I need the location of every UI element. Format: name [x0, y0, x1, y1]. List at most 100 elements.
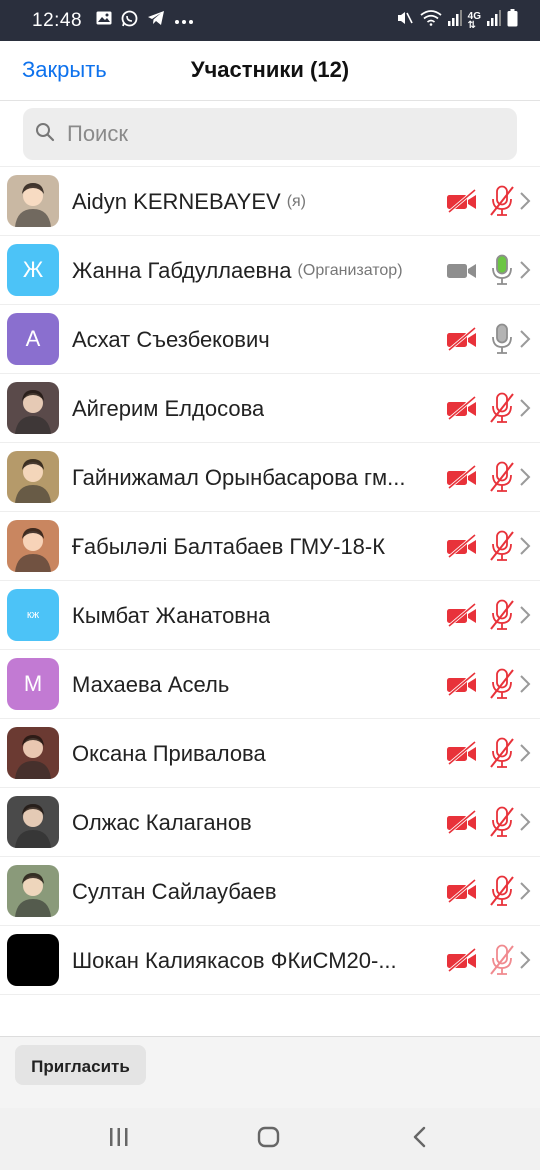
video-off-icon: [446, 671, 478, 701]
avatar-photo: [7, 727, 59, 779]
participant-name-wrap: Шокан Калиякасов ФКиСМ20-...: [72, 926, 397, 995]
chevron-right-icon[interactable]: [519, 329, 531, 354]
microphone-muted-icon: [489, 530, 515, 567]
participant-name-wrap: Гайнижамал Орынбасарова гм...: [72, 443, 406, 512]
video-off-icon: [446, 878, 478, 908]
participant-role: (Организатор): [297, 261, 403, 279]
participant-row[interactable]: Олжас Калаганов: [0, 788, 540, 857]
page-title: Участники (12): [190, 57, 350, 82]
participant-row[interactable]: А Асхат Съезбекович: [0, 305, 540, 374]
participant-row[interactable]: кж Кымбат Жанатовна: [0, 581, 540, 650]
participant-name-wrap: Ғабыләлі Балтабаев ГМУ-18-К: [72, 512, 385, 581]
person-silhouette-icon: [15, 390, 51, 434]
status-right-icons: 4G ⇅: [396, 9, 518, 32]
microphone-icon: [489, 323, 515, 360]
chevron-right-icon[interactable]: [519, 881, 531, 906]
participant-row[interactable]: Оксана Привалова: [0, 719, 540, 788]
chevron-right-icon[interactable]: [519, 536, 531, 561]
whatsapp-icon: [121, 10, 138, 32]
microphone-muted-icon: [489, 392, 515, 429]
chevron-right-icon[interactable]: [519, 950, 531, 975]
chevron-right-icon[interactable]: [519, 260, 531, 285]
signal-icon: [447, 10, 462, 31]
participant-name: Шокан Калиякасов ФКиСМ20-...: [72, 947, 397, 973]
participant-name: Султан Сайлаубаев: [72, 878, 277, 904]
microphone-muted-icon: [489, 875, 515, 912]
participant-row[interactable]: Aidyn KERNEBAYEV (я): [0, 167, 540, 236]
chevron-right-icon[interactable]: [519, 398, 531, 423]
avatar-photo: [7, 382, 59, 434]
participant-row[interactable]: Ғабыләлі Балтабаев ГМУ-18-К: [0, 512, 540, 581]
video-off-icon: [446, 188, 478, 218]
wifi-icon: [420, 10, 442, 31]
person-silhouette-icon: [15, 459, 51, 503]
microphone-muted-icon: [489, 806, 515, 843]
video-off-icon: [446, 602, 478, 632]
avatar-initial: кж: [7, 589, 59, 641]
chevron-right-icon[interactable]: [519, 674, 531, 699]
participant-name-wrap: Асхат Съезбекович: [72, 305, 270, 374]
chevron-right-icon[interactable]: [519, 743, 531, 768]
gallery-icon: [96, 11, 112, 30]
status-bar: 12:48 4G ⇅: [0, 0, 540, 41]
participant-name: Махаева Асель: [72, 671, 230, 697]
chevron-right-icon[interactable]: [519, 812, 531, 837]
participant-name-wrap: Aidyn KERNEBAYEV (я): [72, 167, 306, 236]
participant-row[interactable]: Шокан Калиякасов ФКиСМ20-...: [0, 926, 540, 995]
chevron-right-icon[interactable]: [519, 605, 531, 630]
battery-icon: [507, 9, 518, 32]
search-bar: [0, 101, 540, 167]
participant-name: Гайнижамал Орынбасарова гм...: [72, 464, 406, 490]
person-silhouette-icon: [15, 735, 51, 779]
participant-name-wrap: Айгерим Елдосова: [72, 374, 264, 443]
signal2-icon: [487, 10, 501, 31]
microphone-muted-icon: [489, 185, 515, 222]
participant-name: Ғабыләлі Балтабаев ГМУ-18-К: [72, 533, 386, 559]
participant-row[interactable]: Айгерим Елдосова: [0, 374, 540, 443]
bottom-toolbar: Пригласить: [0, 1036, 540, 1108]
participant-name: Олжас Калаганов: [72, 809, 252, 835]
participant-name: Кымбат Жанатовна: [72, 602, 271, 628]
avatar-photo: [7, 865, 59, 917]
avatar-photo: [7, 175, 59, 227]
participant-name: Aidyn KERNEBAYEV: [72, 188, 281, 214]
more-dots-icon: [174, 12, 194, 30]
chevron-right-icon[interactable]: [519, 191, 531, 216]
participant-name: Оксана Привалова: [72, 740, 266, 766]
participant-name-wrap: Оксана Привалова: [72, 719, 266, 788]
person-silhouette-icon: [15, 528, 51, 572]
microphone-muted-icon: [489, 737, 515, 774]
video-off-icon: [446, 395, 478, 425]
participant-name: Айгерим Елдосова: [72, 395, 265, 421]
participant-name: Жанна Габдуллаевна: [72, 257, 292, 283]
avatar-initial: А: [7, 313, 59, 365]
invite-button[interactable]: Пригласить: [15, 1045, 146, 1085]
avatar-photo: [7, 520, 59, 572]
chevron-right-icon[interactable]: [519, 467, 531, 492]
microphone-muted-icon: [489, 668, 515, 705]
network-label: 4G: [467, 10, 481, 22]
avatar-photo: [7, 796, 59, 848]
microphone-muted-icon: [489, 944, 515, 981]
participant-row[interactable]: Ж Жанна Габдуллаевна (Организатор): [0, 236, 540, 305]
participant-name-wrap: Жанна Габдуллаевна (Организатор): [72, 236, 403, 305]
video-off-icon: [446, 809, 478, 839]
video-on-icon: [446, 258, 478, 287]
video-off-icon: [446, 464, 478, 494]
participant-name-wrap: Султан Сайлаубаев: [72, 857, 277, 926]
recent-apps-icon[interactable]: [108, 1126, 130, 1153]
microphone-icon: [489, 254, 515, 291]
search-box[interactable]: [23, 108, 517, 160]
participant-row[interactable]: Гайнижамал Орынбасарова гм...: [0, 443, 540, 512]
video-off-icon: [446, 740, 478, 770]
back-icon[interactable]: [411, 1126, 429, 1153]
participant-row[interactable]: Султан Сайлаубаев: [0, 857, 540, 926]
mute-icon: [396, 10, 414, 31]
video-off-icon: [446, 326, 478, 356]
participant-row[interactable]: М Махаева Асель: [0, 650, 540, 719]
search-input[interactable]: [67, 121, 467, 147]
status-left-icons: [96, 10, 194, 32]
person-silhouette-icon: [15, 804, 51, 848]
home-icon[interactable]: [257, 1126, 281, 1153]
avatar-initial: М: [7, 658, 59, 710]
